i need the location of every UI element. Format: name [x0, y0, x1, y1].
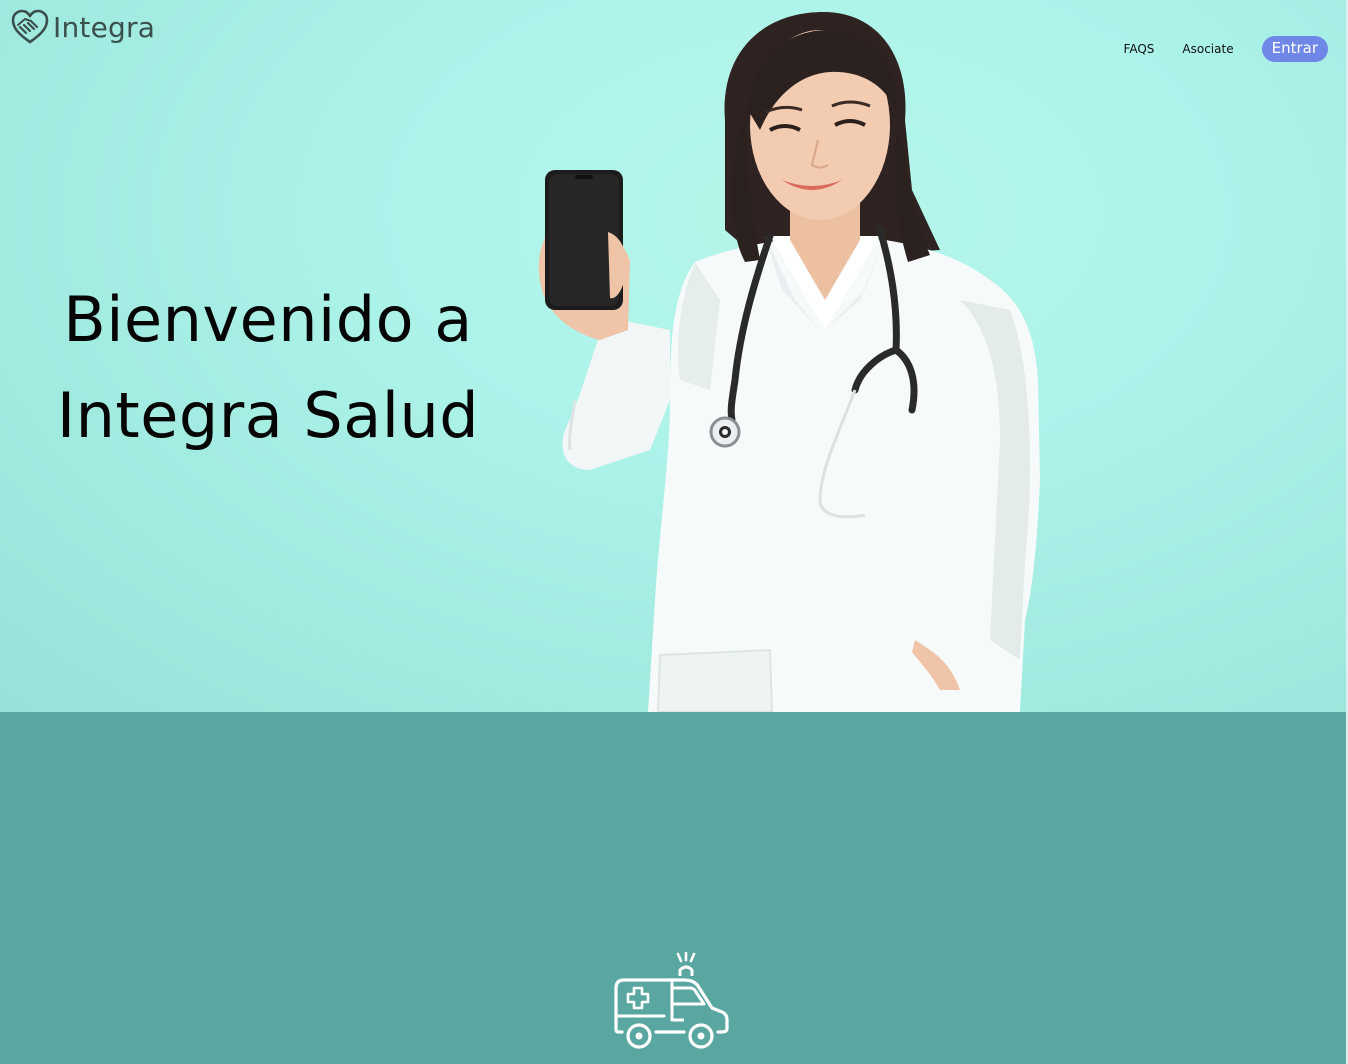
entrar-button[interactable]: Entrar — [1261, 36, 1328, 62]
page: Integra FAQS Asociate Entrar Bienvenido … — [0, 0, 1348, 1064]
brand-logo[interactable]: Integra — [11, 9, 155, 45]
nav-link-faqs[interactable]: FAQS — [1124, 42, 1155, 56]
brand-name: Integra — [53, 10, 156, 44]
hero-title: Bienvenido a Integra Salud — [30, 272, 506, 464]
hero-title-line1: Bienvenido a — [63, 283, 473, 356]
top-nav: FAQS Asociate Entrar — [1124, 36, 1328, 62]
hero-section: Integra FAQS Asociate Entrar Bienvenido … — [0, 0, 1348, 712]
doctor-image — [538, 11, 1040, 712]
handshake-heart-icon — [11, 9, 49, 44]
nav-link-asociate[interactable]: Asociate — [1182, 42, 1233, 56]
ambulance-icon — [614, 951, 729, 1049]
hero-title-line2: Integra Salud — [56, 379, 480, 452]
